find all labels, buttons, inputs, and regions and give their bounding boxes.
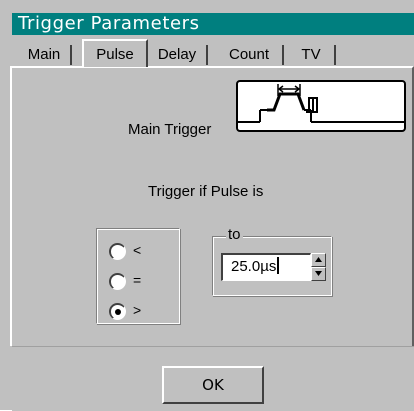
to-label: to bbox=[226, 226, 243, 243]
trigger-condition-heading: Trigger if Pulse is bbox=[148, 183, 264, 200]
radio-label: = bbox=[133, 272, 142, 288]
spin-up-button[interactable] bbox=[311, 253, 326, 267]
arrow-up-icon bbox=[315, 257, 322, 262]
tab-delay[interactable]: Delay bbox=[148, 45, 208, 65]
text-caret bbox=[277, 257, 280, 274]
radio-label: > bbox=[133, 302, 142, 318]
main-trigger-label: Main Trigger bbox=[128, 121, 212, 138]
pulse-width-spinner[interactable] bbox=[311, 253, 326, 281]
radio-circle[interactable] bbox=[109, 273, 126, 290]
title-bar: Trigger Parameters bbox=[12, 13, 414, 35]
pulse-width-trigger-icon bbox=[238, 84, 404, 123]
radio-circle[interactable] bbox=[109, 243, 126, 260]
tab-pulse[interactable]: Pulse bbox=[82, 39, 148, 67]
tab-bar: Main Pulse Delay Count TV bbox=[12, 35, 414, 67]
tab-tv[interactable]: TV bbox=[288, 45, 336, 65]
arrow-down-icon bbox=[315, 271, 322, 276]
pulse-width-input[interactable]: 25.0µs bbox=[221, 253, 311, 281]
radio-circle[interactable] bbox=[109, 303, 126, 320]
condition-radio-group: < = > bbox=[96, 228, 180, 324]
trigger-picture-frame bbox=[236, 80, 406, 132]
tab-main[interactable]: Main bbox=[18, 45, 72, 65]
trigger-parameters-dialog: Trigger Parameters Main Pulse Delay Coun… bbox=[0, 0, 414, 411]
window-title: Trigger Parameters bbox=[18, 13, 200, 34]
tab-count[interactable]: Count bbox=[216, 45, 284, 65]
radio-label: < bbox=[133, 242, 142, 258]
pulse-width-value: 25.0µs bbox=[231, 258, 277, 275]
spin-down-button[interactable] bbox=[311, 267, 326, 281]
radio-selected-dot bbox=[115, 309, 121, 315]
ok-button[interactable]: OK bbox=[162, 366, 264, 404]
